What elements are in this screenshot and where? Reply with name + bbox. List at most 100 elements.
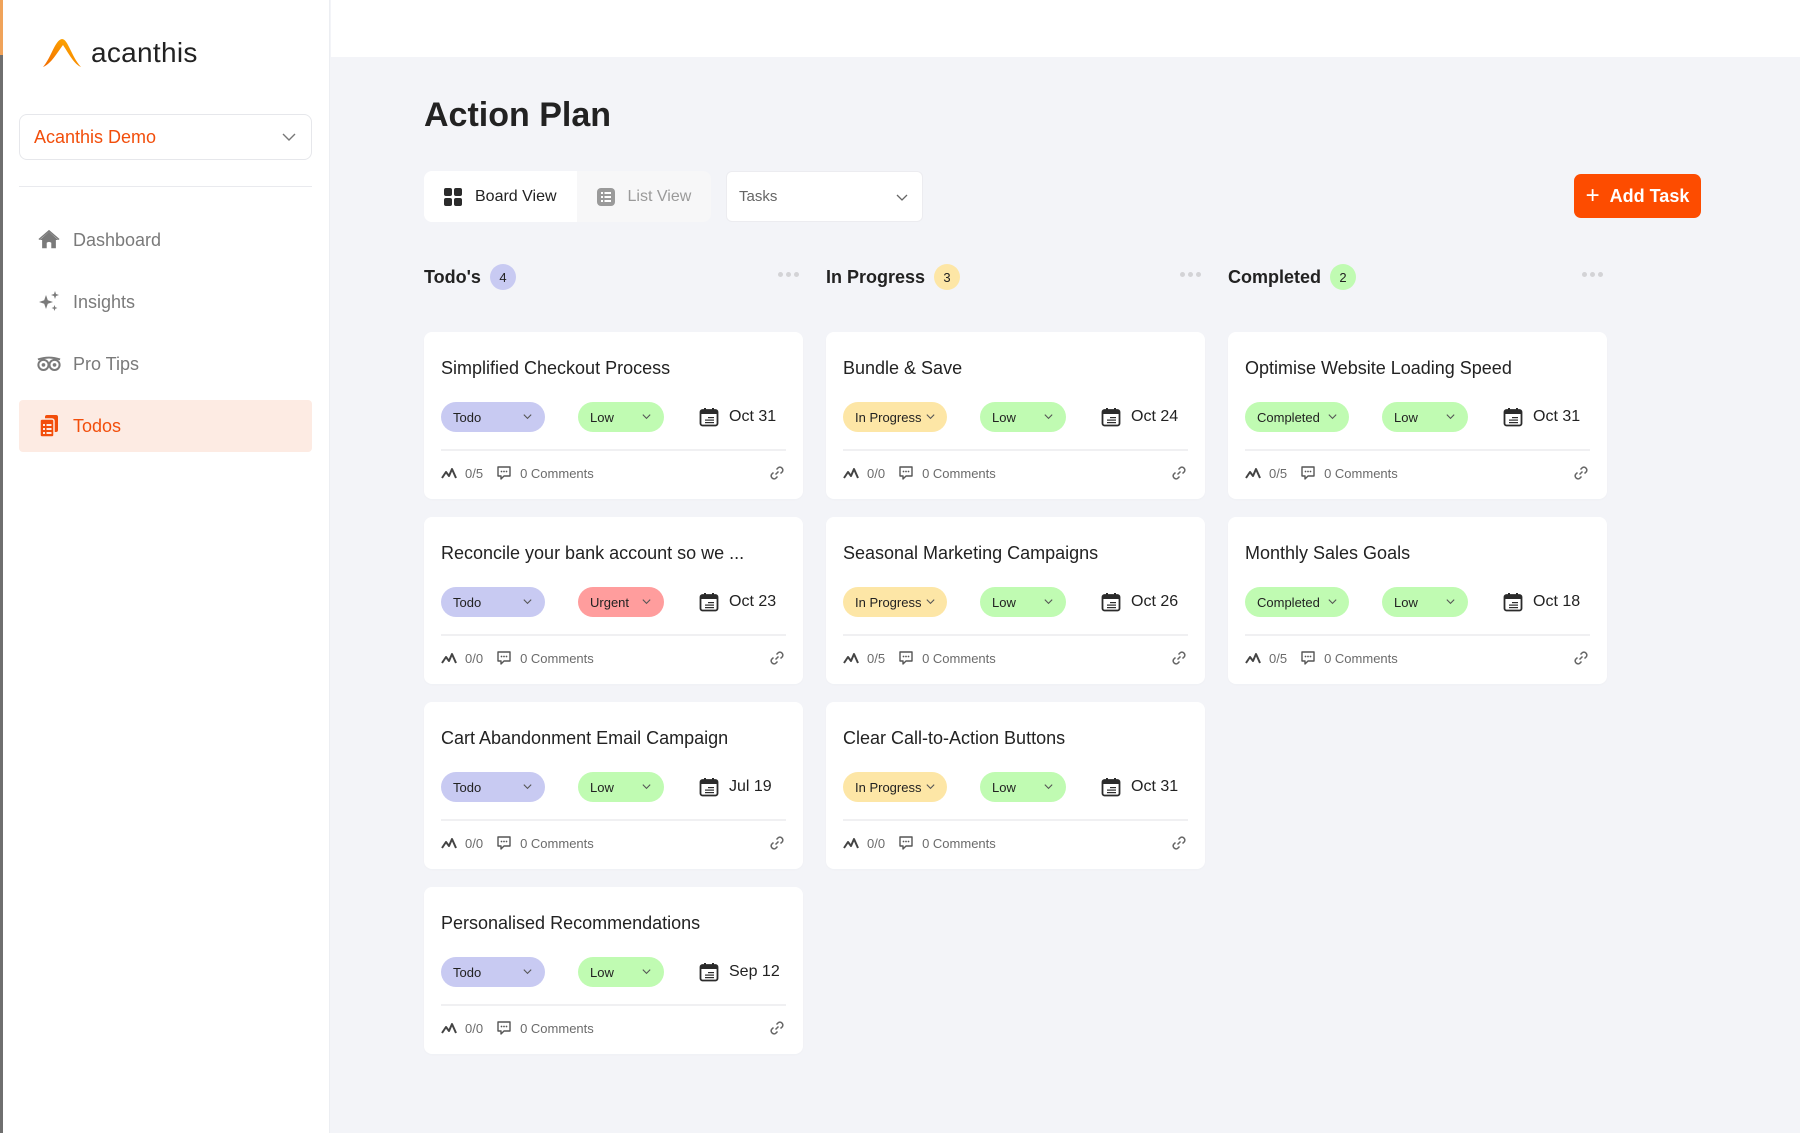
comment-icon [1301,466,1315,480]
comment-count[interactable]: 0 Comments [922,836,996,851]
priority-dropdown[interactable]: Low [578,957,664,987]
priority-dropdown[interactable]: Low [1382,402,1468,432]
status-value: In Progress [855,409,922,425]
status-dropdown[interactable]: Todo [441,772,545,802]
link-icon[interactable] [768,1019,786,1037]
due-date-value: Oct 31 [1131,778,1179,795]
comment-count[interactable]: 0 Comments [520,466,594,481]
priority-dropdown[interactable]: Low [980,587,1066,617]
task-meta: In Progress Low Oct 26 [843,587,1188,617]
due-date[interactable]: Oct 23 [699,592,776,612]
comment-count[interactable]: 0 Comments [1324,651,1398,666]
link-icon[interactable] [1572,649,1590,667]
status-value: Completed [1257,594,1320,610]
status-dropdown[interactable]: Todo [441,587,545,617]
brand-name: acanthis [91,37,198,68]
comment-count[interactable]: 0 Comments [520,836,594,851]
priority-dropdown[interactable]: Low [578,402,664,432]
link-icon[interactable] [768,649,786,667]
sidebar-item-insights[interactable]: Insights [19,276,312,328]
chevron-down-icon [1328,414,1337,420]
activity-icon [441,653,457,664]
add-task-button[interactable]: + Add Task [1574,174,1701,218]
status-dropdown[interactable]: In Progress [843,587,947,617]
logo[interactable]: acanthis [41,36,198,70]
due-date[interactable]: Oct 31 [1101,777,1178,797]
link-icon[interactable] [768,834,786,852]
task-card[interactable]: Optimise Website Loading Speed Completed L… [1228,332,1607,499]
activity-icon [843,653,859,664]
card-divider [441,634,786,636]
link-icon[interactable] [1572,464,1590,482]
task-card[interactable]: Clear Call-to-Action Buttons In Progress L… [826,702,1205,869]
link-icon[interactable] [1170,649,1188,667]
comment-count[interactable]: 0 Comments [520,1021,594,1036]
priority-dropdown[interactable]: Low [980,402,1066,432]
sidebar-item-pro-tips[interactable]: Pro Tips [19,338,312,390]
status-dropdown[interactable]: Todo [441,402,545,432]
due-date-value: Oct 31 [729,408,777,425]
calendar-icon [699,408,719,427]
priority-dropdown[interactable]: Low [1382,587,1468,617]
task-card[interactable]: Reconcile your bank account so we ... Tod… [424,517,803,684]
more-options-icon[interactable] [1180,272,1201,277]
board-view-button[interactable]: Board View [424,171,577,222]
task-card[interactable]: Bundle & Save In Progress Low Oct 24 0/0 0 Co… [826,332,1205,499]
calendar-icon [1503,408,1523,427]
org-selector[interactable]: Acanthis Demo [19,114,312,160]
link-icon[interactable] [1170,834,1188,852]
more-options-icon[interactable] [1582,272,1603,277]
comment-icon [497,466,511,480]
task-footer: 0/0 0 Comments [843,463,1188,483]
sidebar-nav: Dashboard Insights Pro Tips Todos [19,214,312,462]
comment-count[interactable]: 0 Comments [520,651,594,666]
due-date-value: Jul 19 [729,778,772,795]
task-card[interactable]: Seasonal Marketing Campaigns In Progress L… [826,517,1205,684]
task-type-select[interactable]: Tasks [726,171,923,222]
chevron-down-icon [1044,414,1053,420]
comment-count[interactable]: 0 Comments [922,651,996,666]
task-card[interactable]: Cart Abandonment Email Campaign Todo Low Ju… [424,702,803,869]
priority-value: Low [590,964,614,980]
task-title: Simplified Checkout Process [441,358,671,378]
priority-dropdown[interactable]: Low [980,772,1066,802]
task-card[interactable]: Monthly Sales Goals Completed Low Oct 18 0/5… [1228,517,1607,684]
due-date[interactable]: Oct 24 [1101,407,1178,427]
task-card[interactable]: Personalised Recommendations Todo Low Sep 1… [424,887,803,1054]
status-dropdown[interactable]: In Progress [843,402,947,432]
priority-value: Low [992,594,1016,610]
calendar-icon [1101,408,1121,427]
list-view-button[interactable]: List View [577,171,712,222]
comment-count[interactable]: 0 Comments [1324,466,1398,481]
due-date[interactable]: Sep 12 [699,962,780,982]
link-icon[interactable] [768,464,786,482]
priority-dropdown[interactable]: Low [578,772,664,802]
comment-count[interactable]: 0 Comments [922,466,996,481]
task-footer: 0/0 0 Comments [441,648,786,668]
status-dropdown[interactable]: Completed [1245,587,1349,617]
card-divider [843,449,1188,451]
due-date[interactable]: Oct 26 [1101,592,1178,612]
sidebar-item-dashboard[interactable]: Dashboard [19,214,312,266]
status-dropdown[interactable]: In Progress [843,772,947,802]
link-icon[interactable] [1170,464,1188,482]
due-date[interactable]: Oct 31 [1503,407,1580,427]
task-footer: 0/5 0 Comments [441,463,786,483]
task-meta: Todo Low Jul 19 [441,772,786,802]
status-dropdown[interactable]: Todo [441,957,545,987]
status-dropdown[interactable]: Completed [1245,402,1349,432]
chevron-down-icon [642,599,651,605]
list-view-label: List View [627,187,692,205]
task-type-select-value: Tasks [739,188,778,205]
sidebar-item-todos[interactable]: Todos [19,400,312,452]
more-options-icon[interactable] [778,272,799,277]
sidebar-divider [19,186,312,187]
due-date[interactable]: Oct 31 [699,407,776,427]
priority-dropdown[interactable]: Urgent [578,587,664,617]
task-footer: 0/5 0 Comments [843,648,1188,668]
due-date[interactable]: Oct 18 [1503,592,1580,612]
board-column: Completed 2 Optimise Website Loading Speed… [1228,262,1607,702]
due-date[interactable]: Jul 19 [699,777,772,797]
task-card[interactable]: Simplified Checkout Process Todo Low Oct 31… [424,332,803,499]
calendar-icon [699,778,719,797]
